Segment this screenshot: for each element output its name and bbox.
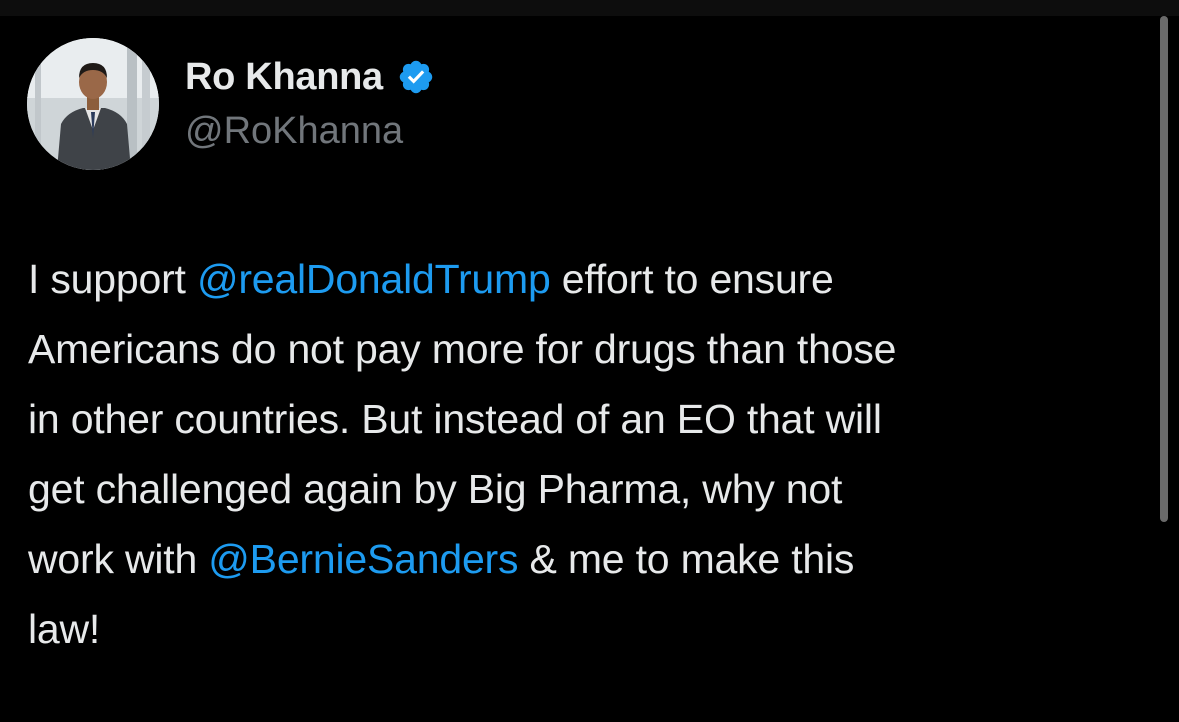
tweet-line: I support @realDonaldTrump effort to ens… [28, 244, 1138, 314]
tweet-text: I support @realDonaldTrump effort to ens… [28, 244, 1138, 664]
text-span: & me to make this [518, 536, 855, 582]
top-bar [0, 0, 1179, 16]
profile-photo-icon [27, 38, 159, 170]
tweet-line: law! [28, 606, 101, 652]
author-handle[interactable]: @RoKhanna [185, 108, 403, 154]
mention-link[interactable]: @realDonaldTrump [197, 256, 551, 302]
avatar[interactable] [27, 38, 159, 170]
author-name-row[interactable]: Ro Khanna [185, 54, 435, 100]
tweet-line: get challenged again by Big Pharma, why … [28, 466, 843, 512]
tweet-line: work with @BernieSanders & me to make th… [28, 524, 1138, 594]
mention-link[interactable]: @BernieSanders [208, 536, 518, 582]
tweet-line: in other countries. But instead of an EO… [28, 396, 882, 442]
tweet-line: Americans do not pay more for drugs than… [28, 326, 897, 372]
tweet-screen: Ro Khanna @RoKhanna I support @realDonal… [0, 0, 1179, 722]
verified-badge-icon[interactable] [397, 58, 435, 96]
scrollbar[interactable] [1160, 16, 1168, 522]
text-span: I support [28, 256, 197, 302]
display-name[interactable]: Ro Khanna [185, 54, 383, 100]
text-span: effort to ensure [550, 256, 834, 302]
text-span: work with [28, 536, 209, 582]
